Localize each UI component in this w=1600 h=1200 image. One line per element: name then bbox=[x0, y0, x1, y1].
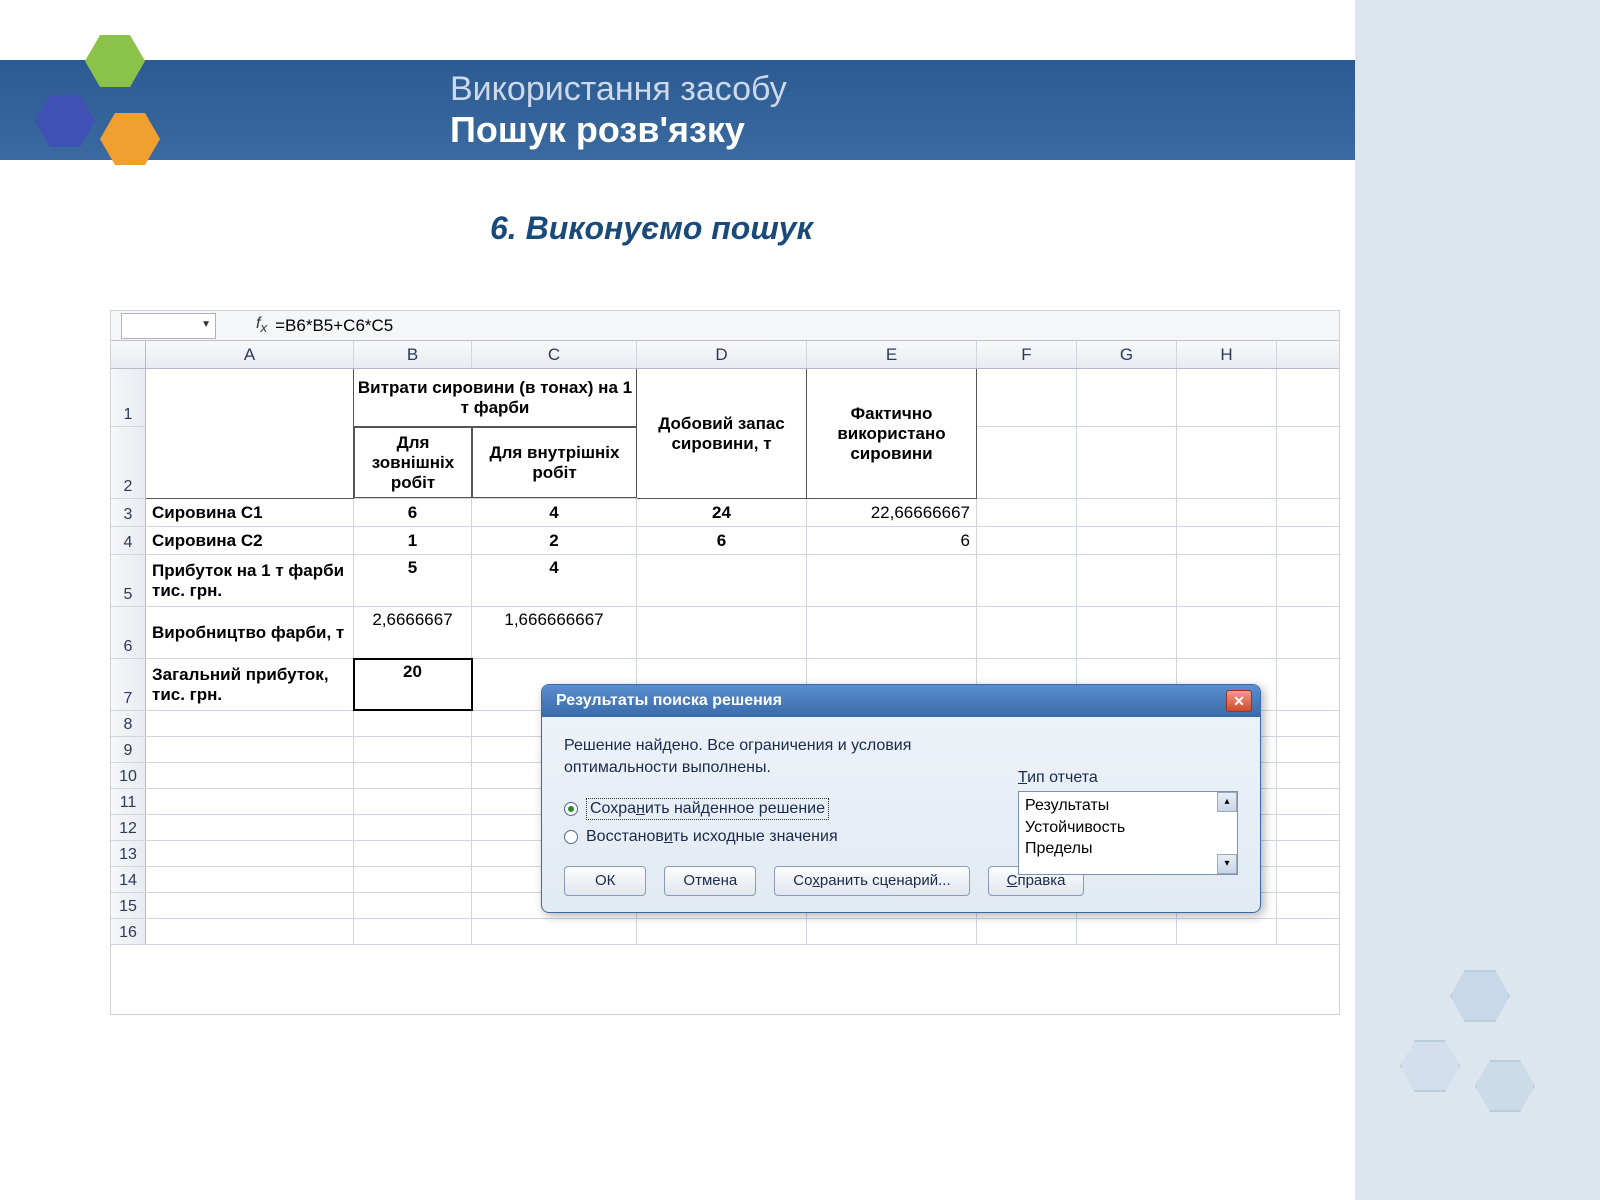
slide-subtitle: 6. Виконуємо пошук bbox=[490, 210, 813, 247]
row-header-10[interactable]: 10 bbox=[111, 763, 146, 788]
slide-title-bar: Використання засобу Пошук розв'язку bbox=[0, 60, 1355, 160]
cell-A5[interactable]: Прибуток на 1 т фарби тис. грн. bbox=[146, 555, 354, 606]
grid-body: Витрати сировини (в тонах) на 1 т фарби … bbox=[111, 369, 1339, 945]
cell-B6[interactable]: 2,6666667 bbox=[354, 607, 472, 658]
col-header-G[interactable]: G bbox=[1077, 341, 1177, 368]
cell-D4[interactable]: 6 bbox=[637, 527, 807, 554]
dialog-message: Решение найдено. Все ограничения и услов… bbox=[564, 735, 964, 780]
row-5: 5 Прибуток на 1 т фарби тис. грн. 5 4 bbox=[111, 555, 1339, 607]
cell-D3[interactable]: 24 bbox=[637, 499, 807, 526]
cell-C2[interactable]: Для внутрішніх робіт bbox=[472, 427, 637, 498]
row-4: 4 Сировина С2 1 2 6 6 bbox=[111, 527, 1339, 555]
row-header-4[interactable]: 4 bbox=[111, 527, 146, 554]
hexagon-logo-group bbox=[25, 35, 175, 185]
cell-D1-D2[interactable]: Добовий запас сировини, т bbox=[637, 369, 807, 499]
close-button[interactable]: ✕ bbox=[1226, 690, 1252, 712]
ok-button[interactable]: ОК bbox=[564, 866, 646, 896]
row-header-9[interactable]: 9 bbox=[111, 737, 146, 762]
row-header-16[interactable]: 16 bbox=[111, 919, 146, 944]
cell-B4[interactable]: 1 bbox=[354, 527, 472, 554]
select-all-corner[interactable] bbox=[111, 341, 146, 368]
hexagon-green-icon bbox=[85, 35, 145, 87]
report-type-box: Тип отчета Результаты Устойчивость Преде… bbox=[1018, 769, 1238, 875]
hexagon-blue-icon bbox=[35, 95, 95, 147]
row-header-1[interactable]: 1 bbox=[111, 369, 146, 426]
scroll-down-icon[interactable]: ▾ bbox=[1217, 854, 1237, 874]
row-16: 16 bbox=[111, 919, 1339, 945]
formula-text[interactable]: =B6*B5+C6*C5 bbox=[275, 316, 393, 336]
cell-B5[interactable]: 5 bbox=[354, 555, 472, 606]
solver-results-dialog: Результаты поиска решения ✕ Решение найд… bbox=[541, 684, 1261, 913]
cell-A4[interactable]: Сировина С2 bbox=[146, 527, 354, 554]
cell-A7[interactable]: Загальний прибуток, тис. грн. bbox=[146, 659, 354, 710]
title-line-2: Пошук розв'язку bbox=[450, 109, 1355, 151]
report-option[interactable]: Устойчивость bbox=[1025, 817, 1231, 839]
report-option[interactable]: Пределы bbox=[1025, 838, 1231, 860]
title-line-1: Використання засобу bbox=[450, 70, 1355, 109]
row-header-6[interactable]: 6 bbox=[111, 607, 146, 658]
cell-B2[interactable]: Для зовнішніх робіт bbox=[354, 427, 472, 498]
hexagon-orange-icon bbox=[100, 113, 160, 165]
excel-screenshot: fx =B6*B5+C6*C5 A B C D E F G H Витрати … bbox=[110, 310, 1340, 1015]
cell-E1-E2[interactable]: Фактично використано сировини bbox=[807, 369, 977, 499]
hexagon-deco-icon bbox=[1475, 1060, 1535, 1112]
col-header-H[interactable]: H bbox=[1177, 341, 1277, 368]
cancel-button[interactable]: Отмена bbox=[664, 866, 756, 896]
col-header-D[interactable]: D bbox=[637, 341, 807, 368]
col-header-F[interactable]: F bbox=[977, 341, 1077, 368]
col-header-E[interactable]: E bbox=[807, 341, 977, 368]
dialog-body: Решение найдено. Все ограничения и услов… bbox=[542, 717, 1260, 912]
row-header-8[interactable]: 8 bbox=[111, 711, 146, 736]
cell-A3[interactable]: Сировина С1 bbox=[146, 499, 354, 526]
dialog-title: Результаты поиска решения bbox=[550, 692, 1226, 710]
col-header-C[interactable]: C bbox=[472, 341, 637, 368]
report-type-label: Тип отчета bbox=[1018, 769, 1238, 787]
dialog-titlebar[interactable]: Результаты поиска решения ✕ bbox=[542, 685, 1260, 717]
row-header-11[interactable]: 11 bbox=[111, 789, 146, 814]
radio-selected-icon bbox=[564, 802, 578, 816]
row-header-3[interactable]: 3 bbox=[111, 499, 146, 526]
row-header-13[interactable]: 13 bbox=[111, 841, 146, 866]
cell-E4[interactable]: 6 bbox=[807, 527, 977, 554]
cell-E3[interactable]: 22,66666667 bbox=[807, 499, 977, 526]
hexagon-decoration-bottom bbox=[1370, 970, 1570, 1170]
cell-B7-active[interactable]: 20 bbox=[354, 659, 472, 710]
radio-unselected-icon bbox=[564, 830, 578, 844]
col-header-A[interactable]: A bbox=[146, 341, 354, 368]
cell-B3[interactable]: 6 bbox=[354, 499, 472, 526]
cell-B1-C1[interactable]: Витрати сировини (в тонах) на 1 т фарби bbox=[354, 369, 637, 427]
row-header-14[interactable]: 14 bbox=[111, 867, 146, 892]
report-option[interactable]: Результаты bbox=[1025, 795, 1231, 817]
cell-C5[interactable]: 4 bbox=[472, 555, 637, 606]
hexagon-deco-icon bbox=[1400, 1040, 1460, 1092]
col-header-B[interactable]: B bbox=[354, 341, 472, 368]
row-header-12[interactable]: 12 bbox=[111, 815, 146, 840]
name-box[interactable] bbox=[121, 313, 216, 339]
row-3: 3 Сировина С1 6 4 24 22,66666667 bbox=[111, 499, 1339, 527]
row-6: 6 Виробництво фарби, т 2,6666667 1,66666… bbox=[111, 607, 1339, 659]
hexagon-deco-icon bbox=[1450, 970, 1510, 1022]
row-header-5[interactable]: 5 bbox=[111, 555, 146, 606]
column-headers: A B C D E F G H bbox=[111, 341, 1339, 369]
cell-C4[interactable]: 2 bbox=[472, 527, 637, 554]
cell-C6[interactable]: 1,666666667 bbox=[472, 607, 637, 658]
scroll-up-icon[interactable]: ▴ bbox=[1217, 792, 1237, 812]
row-header-15[interactable]: 15 bbox=[111, 893, 146, 918]
report-type-list[interactable]: Результаты Устойчивость Пределы ▴ ▾ bbox=[1018, 791, 1238, 875]
row-header-2[interactable]: 2 bbox=[111, 427, 146, 498]
formula-bar: fx =B6*B5+C6*C5 bbox=[111, 311, 1339, 341]
cell-A6[interactable]: Виробництво фарби, т bbox=[146, 607, 354, 658]
save-scenario-button[interactable]: Сохранить сценарий... bbox=[774, 866, 969, 896]
fx-icon[interactable]: fx bbox=[256, 315, 267, 335]
row-header-7[interactable]: 7 bbox=[111, 659, 146, 710]
cell-A1-A2[interactable] bbox=[146, 369, 354, 499]
cell-C3[interactable]: 4 bbox=[472, 499, 637, 526]
